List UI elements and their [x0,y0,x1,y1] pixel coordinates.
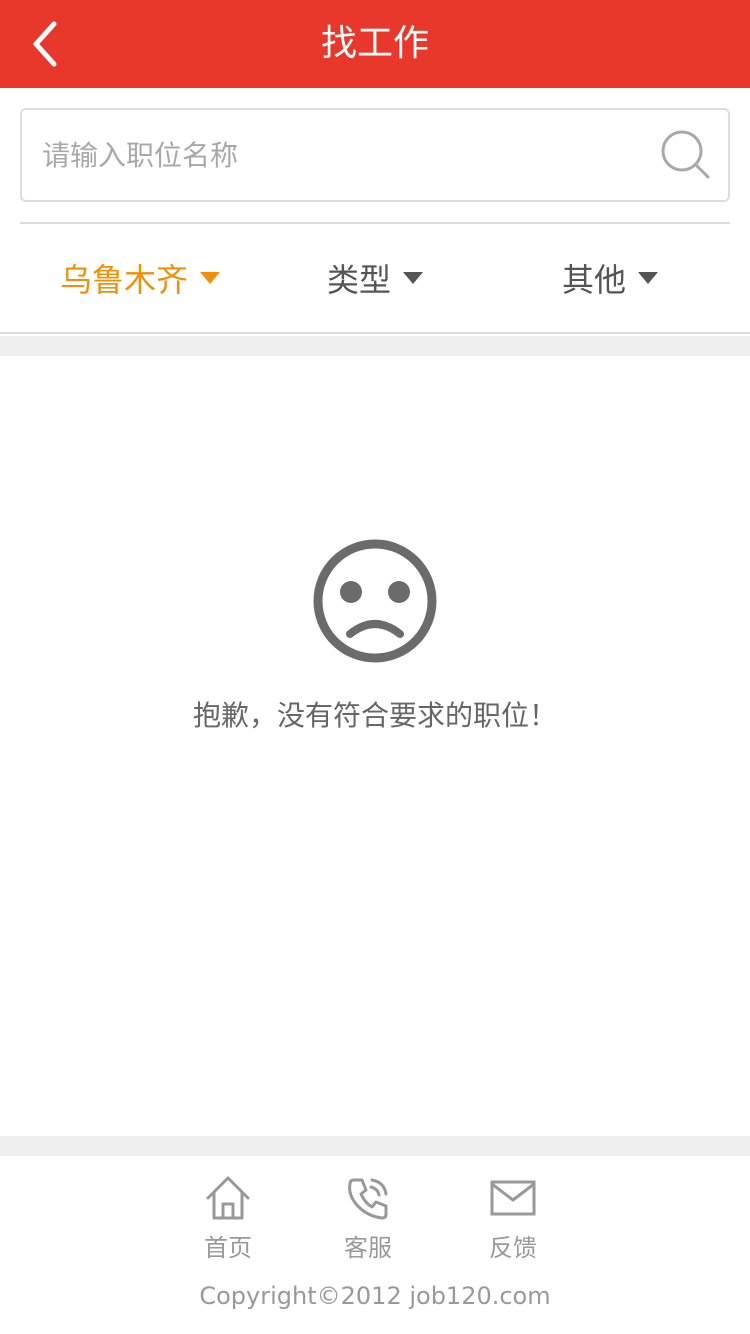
filter-type[interactable]: 类型 [275,224,475,332]
search-input[interactable] [42,110,642,200]
search-box [20,108,730,202]
app-header: 找工作 [0,0,750,88]
caret-down-icon [403,272,423,284]
filter-other[interactable]: 其他 [510,224,710,332]
footer-nav-service[interactable]: 客服 [313,1174,423,1264]
footer-nav: 首页 客服 反馈 [0,1156,750,1276]
caret-down-icon [200,272,220,284]
footer-nav-service-label: 客服 [344,1234,392,1262]
footer-nav-home-label: 首页 [204,1234,252,1262]
page: 找工作 乌鲁木齐 类型 其他 抱歉，没有符合 [0,0,750,1334]
page-title: 找工作 [320,23,429,64]
footer-nav-home[interactable]: 首页 [173,1174,283,1264]
copyright: Copyright©2012 job120.com [199,1282,551,1310]
mail-icon [490,1180,536,1216]
footer-nav-feedback-label: 反馈 [489,1234,537,1262]
filter-city[interactable]: 乌鲁木齐 [40,224,240,332]
filter-city-label: 乌鲁木齐 [59,261,188,299]
section-separator [0,336,750,356]
phone-icon [348,1178,388,1220]
search-icon [661,130,710,179]
caret-down-icon [638,272,658,284]
filter-bar: 乌鲁木齐 类型 其他 [0,224,750,334]
section-separator [0,1136,750,1156]
filter-other-label: 其他 [561,261,626,299]
filter-type-label: 类型 [326,261,391,299]
search-button[interactable] [660,129,712,181]
home-icon [206,1176,250,1220]
footer-nav-feedback[interactable]: 反馈 [458,1174,568,1264]
sad-face-icon [313,539,437,663]
empty-message: 抱歉，没有符合要求的职位！ [192,699,557,732]
